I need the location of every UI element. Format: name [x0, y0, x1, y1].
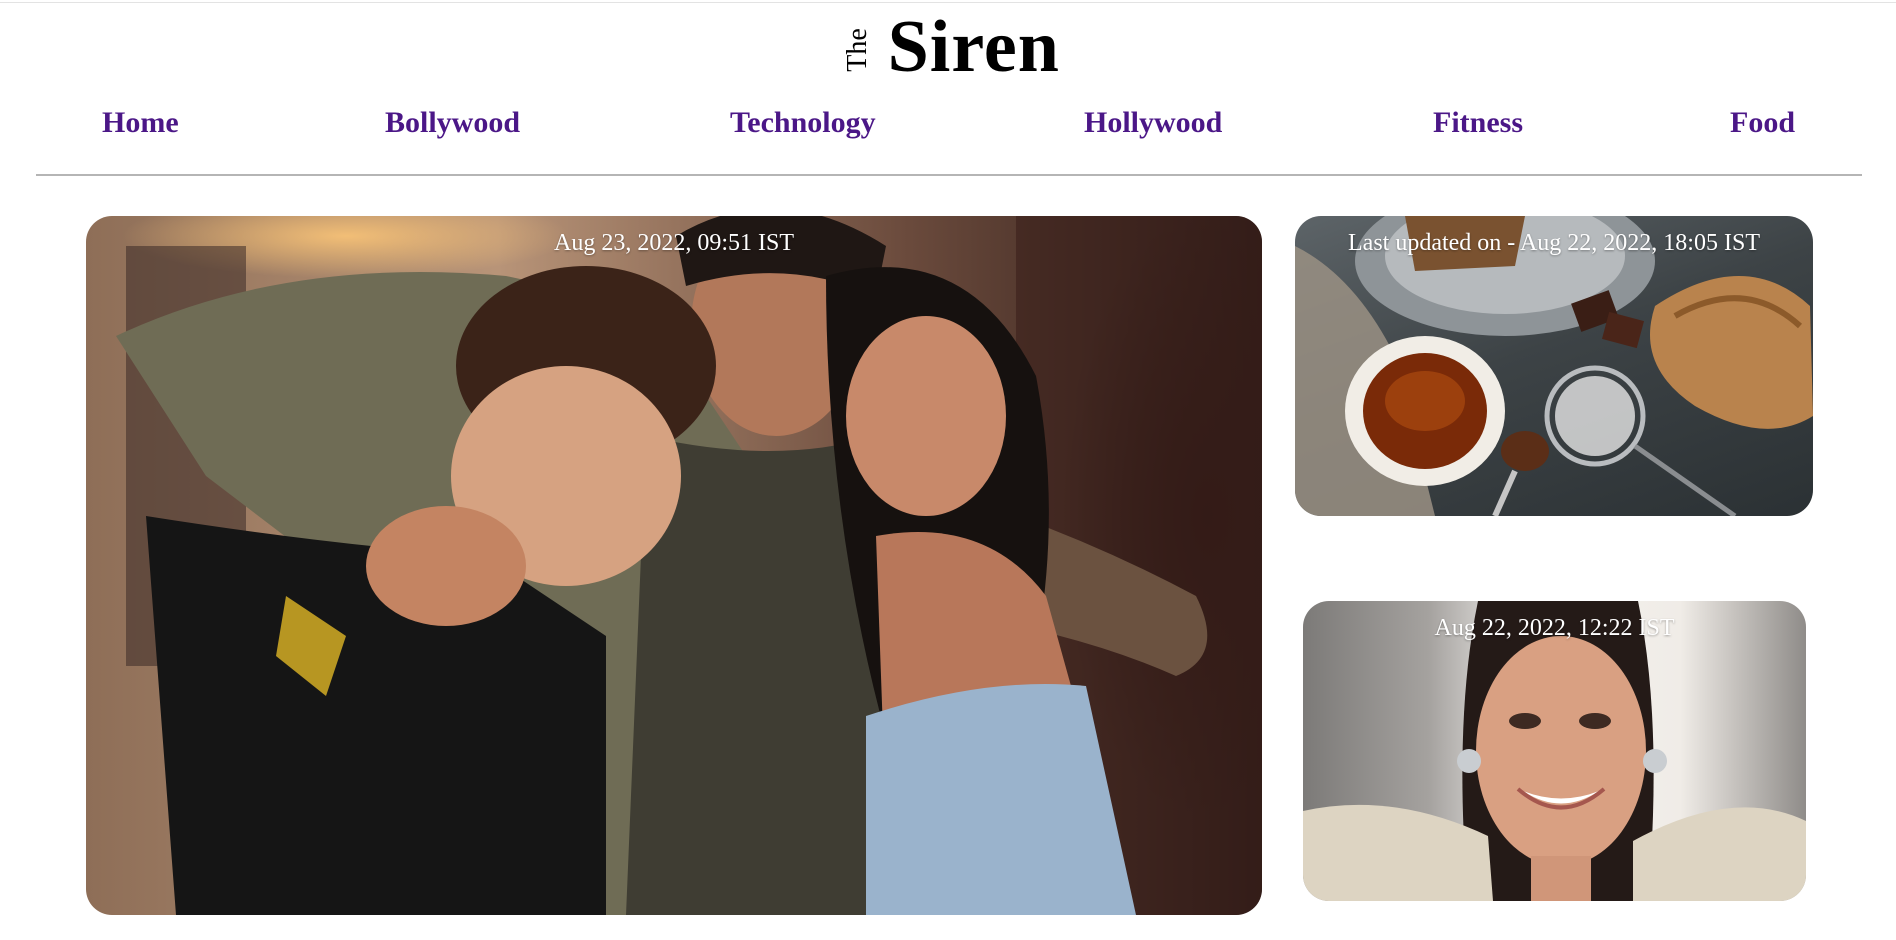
nav-item-food[interactable]: Food — [1730, 106, 1795, 140]
nav-item-hollywood[interactable]: Hollywood — [1084, 106, 1222, 140]
article-date: Aug 23, 2022, 09:51 IST — [554, 230, 794, 256]
nav-item-fitness[interactable]: Fitness — [1433, 106, 1523, 140]
nav-divider — [36, 174, 1862, 176]
article-date: Last updated on - Aug 22, 2022, 18:05 IS… — [1348, 230, 1760, 256]
portrait-article-card[interactable]: Aug 22, 2022, 12:22 IST — [1303, 601, 1806, 901]
nav-item-technology[interactable]: Technology — [730, 106, 876, 140]
featured-article-card[interactable]: Aug 23, 2022, 09:51 IST — [86, 216, 1262, 915]
food-article-card[interactable]: Last updated on - Aug 22, 2022, 18:05 IS… — [1295, 216, 1813, 516]
site-logo[interactable]: The Siren — [0, 8, 1896, 86]
food-article-image — [1295, 216, 1813, 516]
nav-item-home[interactable]: Home — [102, 106, 179, 140]
nav-item-bollywood[interactable]: Bollywood — [385, 106, 520, 140]
featured-article-image — [116, 216, 1262, 915]
main-nav: Home Bollywood Technology Hollywood Fitn… — [36, 106, 1862, 162]
logo-prefix: The — [841, 28, 873, 72]
top-border — [0, 2, 1896, 3]
portrait-article-image — [1303, 601, 1806, 901]
logo-name: Siren — [887, 6, 1060, 88]
article-date: Aug 22, 2022, 12:22 IST — [1434, 615, 1675, 641]
